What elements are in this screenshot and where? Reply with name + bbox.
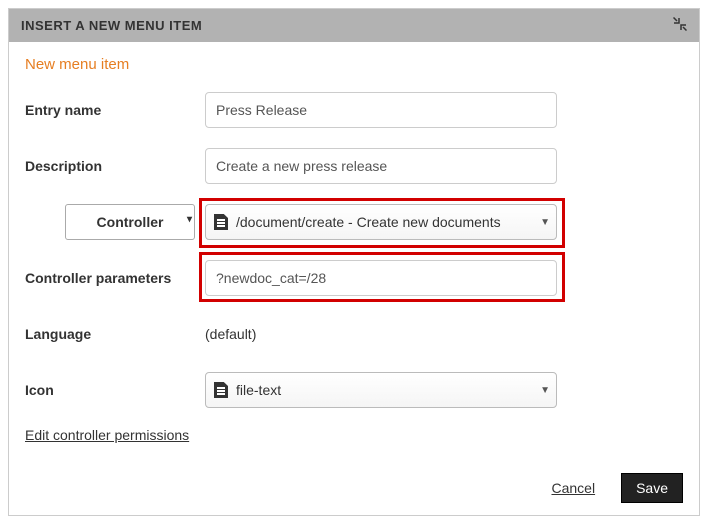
icon-select-value: file-text [236,382,281,398]
controller-params-input[interactable] [205,260,557,296]
chevron-down-icon: ▾ [187,214,192,225]
icon-label: Icon [25,382,205,398]
language-label: Language [25,326,205,342]
controller-type-select[interactable]: Controller ▾ [65,204,195,240]
language-value: (default) [205,326,256,342]
controller-path-select[interactable]: /document/create - Create new documents … [205,204,557,240]
caret-down-icon: ▼ [540,217,550,228]
row-description: Description [25,147,683,185]
edit-permissions-link[interactable]: Edit controller permissions [25,427,189,443]
description-label: Description [25,158,205,174]
row-language: Language (default) [25,315,683,353]
dialog-panel: INSERT A NEW MENU ITEM New menu item Ent… [8,8,700,516]
dialog-body: New menu item Entry name Description Con… [9,42,699,515]
entry-name-input[interactable] [205,92,557,128]
row-controller-params: Controller parameters [25,259,683,297]
dialog-footer: Cancel Save [25,443,683,503]
dialog-title: INSERT A NEW MENU ITEM [21,18,202,33]
cancel-button[interactable]: Cancel [545,479,601,497]
section-title: New menu item [25,56,683,73]
file-text-icon [214,214,228,230]
description-input[interactable] [205,148,557,184]
entry-name-label: Entry name [25,102,205,118]
row-icon: Icon file-text ▼ [25,371,683,409]
save-button[interactable]: Save [621,473,683,503]
controller-type-value: Controller [97,214,164,230]
controller-path-value: /document/create - Create new documents [236,214,501,230]
file-text-icon [214,382,228,398]
row-entry-name: Entry name [25,91,683,129]
controller-params-label: Controller parameters [25,270,205,286]
dialog-header: INSERT A NEW MENU ITEM [9,9,699,42]
row-controller: Controller ▾ /document/create - Create n… [25,203,683,241]
collapse-icon[interactable] [673,17,687,34]
caret-down-icon: ▼ [540,385,550,396]
icon-select[interactable]: file-text ▼ [205,372,557,408]
